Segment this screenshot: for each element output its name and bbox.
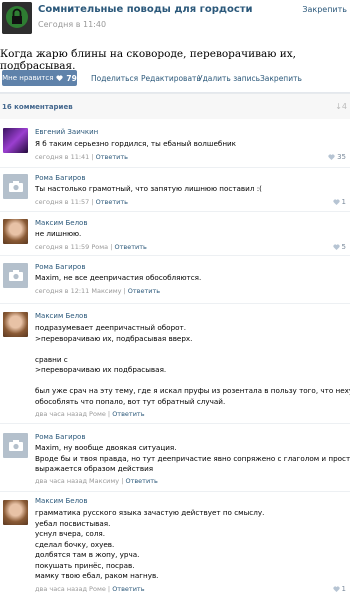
comment-time[interactable]: сегодня в 11:57 <box>35 198 89 206</box>
collapse-icon[interactable]: ↓4 <box>335 102 347 111</box>
comment-author[interactable]: Максим Белов <box>35 497 87 505</box>
comment-likes[interactable]: 1 <box>332 198 346 206</box>
comment-text: Я б таким серьезно гордился, ты ебаный в… <box>35 139 237 148</box>
comment-likes[interactable]: 5 <box>332 243 346 251</box>
comment-meta: сегодня в 11:41 | Ответить <box>35 153 129 161</box>
like-count: 5 <box>341 243 346 251</box>
comment-meta: сегодня в 12:11 Максиму | Ответить <box>35 287 161 295</box>
pin-action-link[interactable]: Закрепить <box>260 74 302 83</box>
comment: Рома Багиров Maxim, не все деепричастия … <box>0 258 350 304</box>
comment-time[interactable]: два часа назад Роме <box>35 585 106 593</box>
heart-icon <box>328 154 335 160</box>
avatar[interactable] <box>3 263 28 288</box>
post-actions: Мне нравится 79 Поделиться Редактировать… <box>0 69 350 89</box>
pin-link[interactable]: Закрепить <box>302 5 347 14</box>
heart-icon <box>332 586 340 592</box>
comment-time[interactable]: сегодня в 11:41 <box>35 153 89 161</box>
comment-author[interactable]: Евгений Заичкин <box>35 128 98 136</box>
like-count: 79 <box>66 73 77 83</box>
avatar[interactable] <box>3 174 28 199</box>
camera-icon <box>8 440 23 451</box>
post-time[interactable]: Сегодня в 11:40 <box>38 20 106 29</box>
comment-meta: сегодня в 11:59 Рома | Ответить <box>35 243 147 251</box>
comment-text: Maxim, ну вообще двоякая ситуация. Вроде… <box>35 443 350 473</box>
reply-link[interactable]: Ответить <box>112 410 144 418</box>
comment-text: Maxim, не все деепричастия обособляются. <box>35 273 202 282</box>
comment: Евгений Заичкин Я б таким серьезно горди… <box>0 123 350 168</box>
comment-meta: два часа назад Роме | Ответить <box>35 585 145 593</box>
comments-header[interactable]: 16 комментариев ↓4 <box>0 93 350 119</box>
comment-text: Ты настолько грамотный, что запятую лишн… <box>35 184 262 193</box>
comment-time[interactable]: сегодня в 11:59 Рома <box>35 243 108 251</box>
delete-link[interactable]: Удалить запись <box>198 74 260 83</box>
heart-icon <box>332 199 340 205</box>
edit-link[interactable]: Редактировать <box>141 74 201 83</box>
reply-link[interactable]: Ответить <box>115 243 147 251</box>
heart-icon <box>332 244 340 250</box>
heart-icon <box>56 75 64 81</box>
avatar[interactable] <box>3 312 28 337</box>
comment-likes[interactable]: 35 <box>328 153 346 161</box>
comment-meta: два часа назад Максиму | Ответить <box>35 477 158 485</box>
share-link[interactable]: Поделиться <box>91 74 138 83</box>
group-name[interactable]: Сомнительные поводы для гордости <box>38 4 253 15</box>
avatar[interactable] <box>3 219 28 244</box>
avatar[interactable] <box>3 128 28 153</box>
comment-meta: сегодня в 11:57 | Ответить <box>35 198 129 206</box>
lock-icon <box>2 2 32 34</box>
like-label: Мне нравится <box>2 74 54 82</box>
comment-author[interactable]: Максим Белов <box>35 219 87 227</box>
group-avatar[interactable] <box>2 2 32 34</box>
comment-text: подразумевает деепричастный оборот. >пер… <box>35 323 350 406</box>
like-count: 1 <box>341 198 346 206</box>
comment-text: грамматика русского языка зачастую дейст… <box>35 508 265 580</box>
like-count: 1 <box>341 585 346 593</box>
comment-meta: два часа назад Роме | Ответить <box>35 410 145 418</box>
comment-author[interactable]: Максим Белов <box>35 312 87 320</box>
comment-author[interactable]: Рома Багиров <box>35 174 85 182</box>
comment-time[interactable]: два часа назад Роме <box>35 410 106 418</box>
comment: Максим Белов не лишнюю. сегодня в 11:59 … <box>0 214 350 256</box>
reply-link[interactable]: Ответить <box>112 585 144 593</box>
reply-link[interactable]: Ответить <box>96 153 128 161</box>
comment-author[interactable]: Рома Багиров <box>35 263 85 271</box>
avatar[interactable] <box>3 433 28 458</box>
post-header: Сомнительные поводы для гордости Сегодня… <box>0 0 350 40</box>
comment-author[interactable]: Рома Багиров <box>35 433 85 441</box>
comment: Максим Белов подразумевает деепричастный… <box>0 306 350 424</box>
comment: Рома Багиров Ты настолько грамотный, что… <box>0 170 350 212</box>
comment-text: не лишнюю. <box>35 229 82 238</box>
comment-time[interactable]: сегодня в 12:11 Максиму <box>35 287 121 295</box>
comment-time[interactable]: два часа назад Максиму <box>35 477 119 485</box>
camera-icon <box>8 270 23 281</box>
comment: Рома Багиров Maxim, ну вообще двоякая си… <box>0 428 350 492</box>
like-count: 35 <box>337 153 346 161</box>
comments-count[interactable]: 16 комментариев <box>2 103 73 111</box>
avatar[interactable] <box>3 500 28 525</box>
reply-link[interactable]: Ответить <box>96 198 128 206</box>
camera-icon <box>8 181 23 192</box>
comment: Максим Белов грамматика русского языка з… <box>0 494 350 604</box>
reply-link[interactable]: Ответить <box>125 477 157 485</box>
like-button[interactable]: Мне нравится 79 <box>2 70 77 86</box>
comment-likes[interactable]: 1 <box>332 585 346 593</box>
reply-link[interactable]: Ответить <box>128 287 160 295</box>
